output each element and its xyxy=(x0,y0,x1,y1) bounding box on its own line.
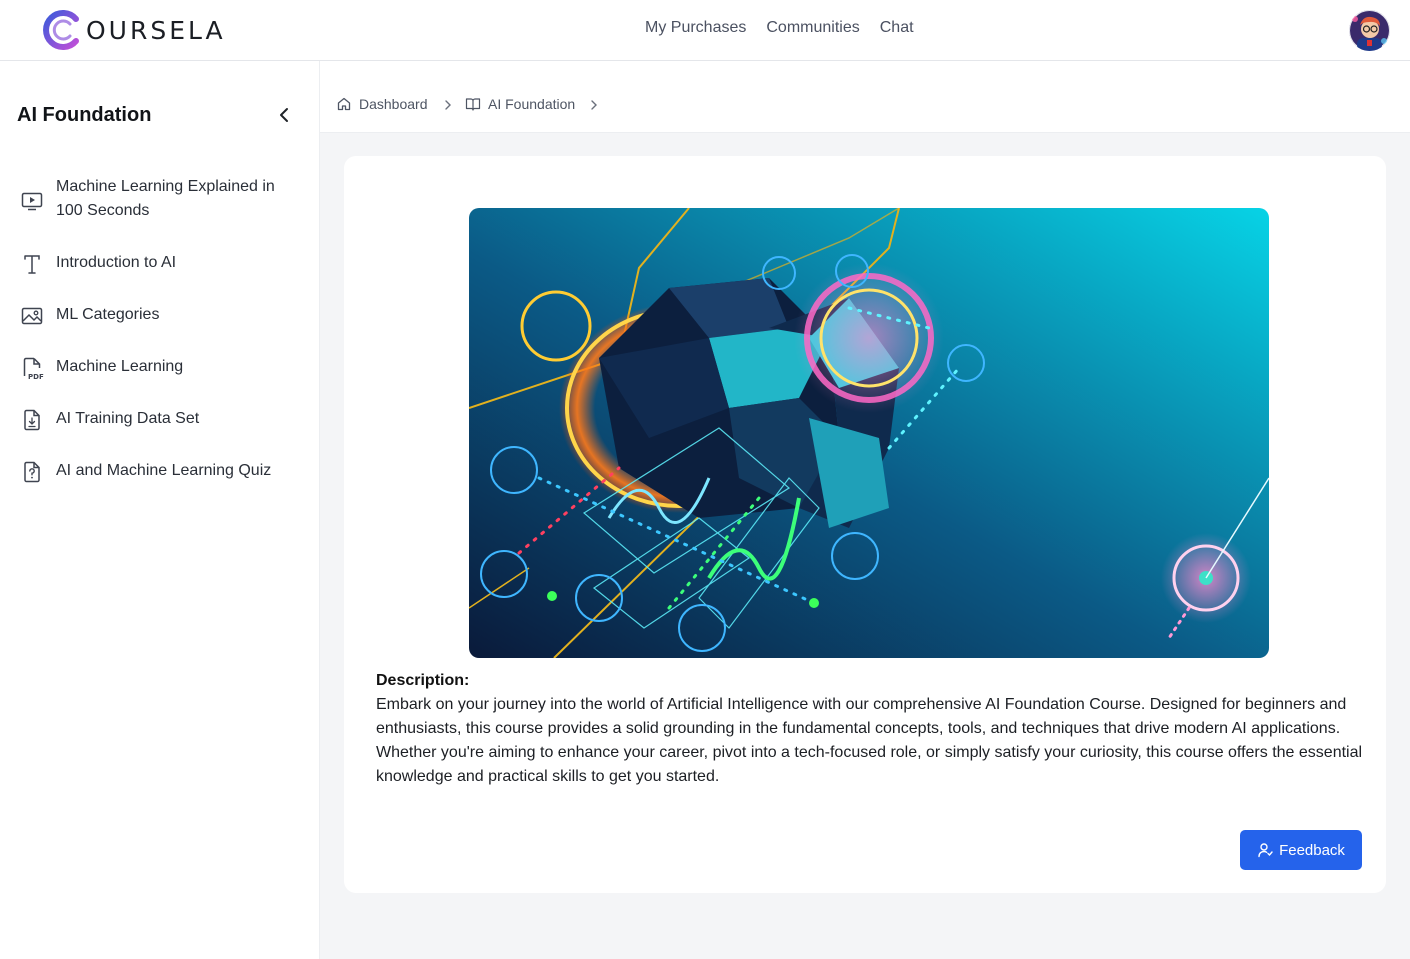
sidebar-item-lesson-1[interactable]: Machine Learning Explained in 100 Second… xyxy=(0,175,320,227)
sidebar-item-label: Machine Learning Explained in 100 Second… xyxy=(56,178,275,219)
sidebar-item-label: AI Training Data Set xyxy=(56,410,200,427)
user-feedback-icon xyxy=(1258,843,1273,858)
avatar-image xyxy=(1349,10,1390,51)
file-download-icon xyxy=(24,409,40,431)
sidebar-item-label: ML Categories xyxy=(56,306,160,323)
breadcrumb-dashboard[interactable]: Dashboard xyxy=(336,96,428,112)
top-nav: My Purchases Communities Chat xyxy=(645,19,914,37)
chevron-right-icon xyxy=(445,100,451,110)
pdf-icon: PDF xyxy=(23,357,44,380)
feedback-label: Feedback xyxy=(1279,841,1345,859)
breadcrumb-label: Dashboard xyxy=(359,96,428,112)
home-icon xyxy=(337,97,351,111)
video-play-icon xyxy=(21,192,43,211)
nav-communities[interactable]: Communities xyxy=(766,19,859,37)
logo-text: OURSELA xyxy=(86,15,226,45)
feedback-button[interactable]: Feedback xyxy=(1240,830,1362,870)
breadcrumb-ai-foundation[interactable]: AI Foundation xyxy=(465,96,575,112)
description-heading: Description: xyxy=(376,672,470,689)
sidebar-item-label: AI and Machine Learning Quiz xyxy=(56,462,272,479)
sidebar-item-lesson-2[interactable]: Introduction to AI xyxy=(0,251,320,277)
logo-c-icon xyxy=(43,10,79,50)
sidebar-item-lesson-3[interactable]: ML Categories xyxy=(0,303,320,329)
chevron-left-icon[interactable] xyxy=(274,105,294,125)
user-avatar[interactable] xyxy=(1349,10,1390,51)
chevron-right-icon xyxy=(591,100,597,110)
nav-my-purchases[interactable]: My Purchases xyxy=(645,19,746,37)
breadcrumb-label: AI Foundation xyxy=(488,96,576,112)
image-icon xyxy=(21,307,43,325)
sidebar-title: AI Foundation xyxy=(17,104,152,126)
quiz-icon xyxy=(24,461,40,483)
svg-text:PDF: PDF xyxy=(28,373,44,380)
logo[interactable]: OURSELA xyxy=(40,8,226,52)
course-description: Embark on your journey into the world of… xyxy=(376,696,1363,785)
nav-chat[interactable]: Chat xyxy=(880,19,914,37)
course-card: Description: Embark on your journey into… xyxy=(344,156,1386,893)
sidebar-item-lesson-5[interactable]: AI Training Data Set xyxy=(0,407,320,433)
course-sidebar: AI Foundation Machine Learning Explained… xyxy=(0,61,320,959)
sidebar-item-label: Introduction to AI xyxy=(56,254,177,271)
breadcrumb: Dashboard AI Foundation xyxy=(320,61,1410,133)
book-open-icon xyxy=(465,98,481,111)
text-icon xyxy=(24,255,40,274)
sidebar-item-label: Machine Learning xyxy=(56,358,184,375)
top-header: OURSELA My Purchases Communities Chat xyxy=(0,0,1410,61)
sidebar-item-lesson-4[interactable]: PDF Machine Learning xyxy=(0,355,320,381)
sidebar-item-lesson-6[interactable]: AI and Machine Learning Quiz xyxy=(0,459,320,485)
course-hero-image xyxy=(469,208,1269,658)
